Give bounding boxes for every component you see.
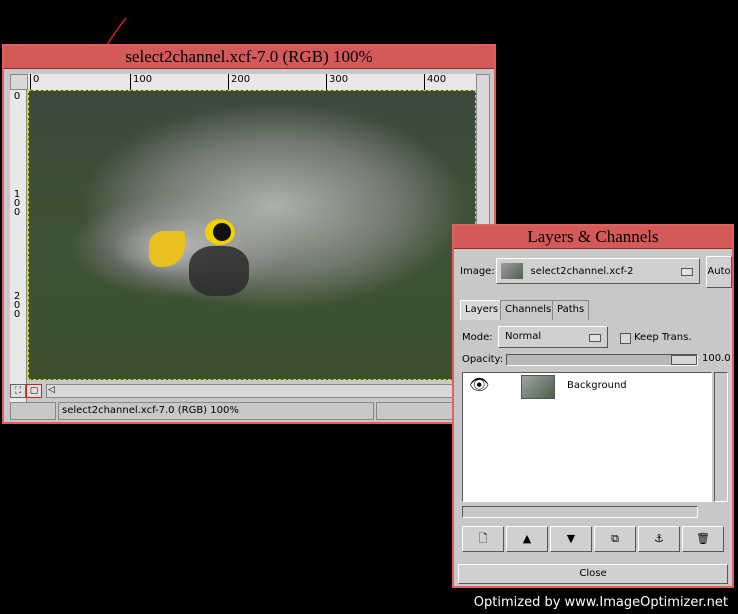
horizontal-ruler[interactable]: 0 100 200 300 400 xyxy=(28,74,476,91)
ruler-tick: 2 0 0 xyxy=(13,291,21,320)
layer-list-hscroll[interactable] xyxy=(462,506,698,518)
layer-thumbnail-icon xyxy=(521,375,555,399)
quickmask-on-icon[interactable]: ▢ xyxy=(26,384,42,398)
status-cursor-coords xyxy=(10,402,56,420)
image-window: select2channel.xcf-7.0 (RGB) 100% 0 100 … xyxy=(2,44,496,424)
layer-name: Background xyxy=(567,380,627,391)
opacity-slider-thumb[interactable] xyxy=(671,355,697,365)
keep-trans-label: Keep Trans. xyxy=(634,332,692,343)
horizontal-scrollbar[interactable]: ◁ xyxy=(46,384,472,398)
duplicate-layer-button[interactable]: ⧉ xyxy=(594,526,636,552)
image-select[interactable]: select2channel.xcf-2 xyxy=(496,258,700,284)
duplicate-layer-icon: ⧉ xyxy=(611,532,619,545)
layers-window-title: Layers & Channels xyxy=(454,226,732,249)
ruler-tick: 300 xyxy=(326,74,348,90)
quickmask-off-icon[interactable]: ⛶ xyxy=(10,384,26,398)
dropdown-indicator-icon xyxy=(589,334,601,342)
vertical-ruler[interactable]: 0 1 0 0 2 0 0 xyxy=(10,90,27,410)
status-bar: select2channel.xcf-7.0 (RGB) 100% xyxy=(10,402,492,420)
scroll-left-icon[interactable]: ◁ xyxy=(48,385,55,395)
falcon-eye-pupil xyxy=(213,223,231,241)
status-text: select2channel.xcf-7.0 (RGB) 100% xyxy=(58,402,374,420)
layers-channels-window: Layers & Channels Image: select2channel.… xyxy=(452,224,734,588)
ruler-tick: 100 xyxy=(130,74,152,90)
ruler-tick: 1 0 0 xyxy=(13,189,21,218)
close-button[interactable]: Close xyxy=(458,564,728,584)
mode-select-value: Normal xyxy=(505,331,542,342)
image-canvas[interactable] xyxy=(28,90,476,380)
raise-layer-button[interactable]: ▲ xyxy=(506,526,548,552)
raise-layer-icon: ▲ xyxy=(522,532,532,545)
dropdown-indicator-icon xyxy=(681,268,693,276)
anchor-icon: ⚓ xyxy=(654,532,664,545)
tab-layers[interactable]: Layers xyxy=(460,300,504,320)
image-thumbnail-icon xyxy=(501,263,523,279)
mode-select[interactable]: Normal xyxy=(498,326,608,348)
tab-paths[interactable]: Paths xyxy=(552,300,590,320)
new-layer-icon: 🗋 xyxy=(478,532,488,545)
image-window-title: select2channel.xcf-7.0 (RGB) 100% xyxy=(4,46,494,69)
keep-trans-checkbox[interactable] xyxy=(620,333,631,344)
auto-button[interactable]: Auto xyxy=(706,256,732,288)
lower-layer-button[interactable]: ▼ xyxy=(550,526,592,552)
image-select-value: select2channel.xcf-2 xyxy=(530,266,634,277)
list-item[interactable]: 👁 Background xyxy=(463,373,711,401)
footer-watermark: Optimized by www.ImageOptimizer.net xyxy=(473,595,728,610)
delete-layer-button[interactable]: 🗑 xyxy=(682,526,724,552)
falcon-head-marking xyxy=(189,246,249,296)
ruler-corner-icon[interactable] xyxy=(10,74,28,90)
ruler-tick: 0 xyxy=(13,91,21,102)
opacity-label: Opacity: xyxy=(462,354,504,365)
opacity-value: 100.0 xyxy=(702,353,731,364)
layer-list-vscroll[interactable] xyxy=(714,372,728,502)
anchor-layer-button[interactable]: ⚓ xyxy=(638,526,680,552)
opacity-slider[interactable] xyxy=(506,354,698,366)
tab-channels[interactable]: Channels xyxy=(500,300,557,320)
ruler-tick: 200 xyxy=(228,74,250,90)
image-label: Image: xyxy=(460,266,495,277)
layer-list[interactable]: 👁 Background xyxy=(462,372,712,502)
trash-icon: 🗑 xyxy=(696,532,710,545)
falcon-beak xyxy=(149,231,185,267)
lower-layer-icon: ▼ xyxy=(566,532,576,545)
mode-label: Mode: xyxy=(462,332,493,343)
eye-icon[interactable]: 👁 xyxy=(469,375,489,394)
ruler-tick: 400 xyxy=(424,74,446,90)
new-layer-button[interactable]: 🗋 xyxy=(462,526,504,552)
ruler-tick: 0 xyxy=(30,74,39,90)
